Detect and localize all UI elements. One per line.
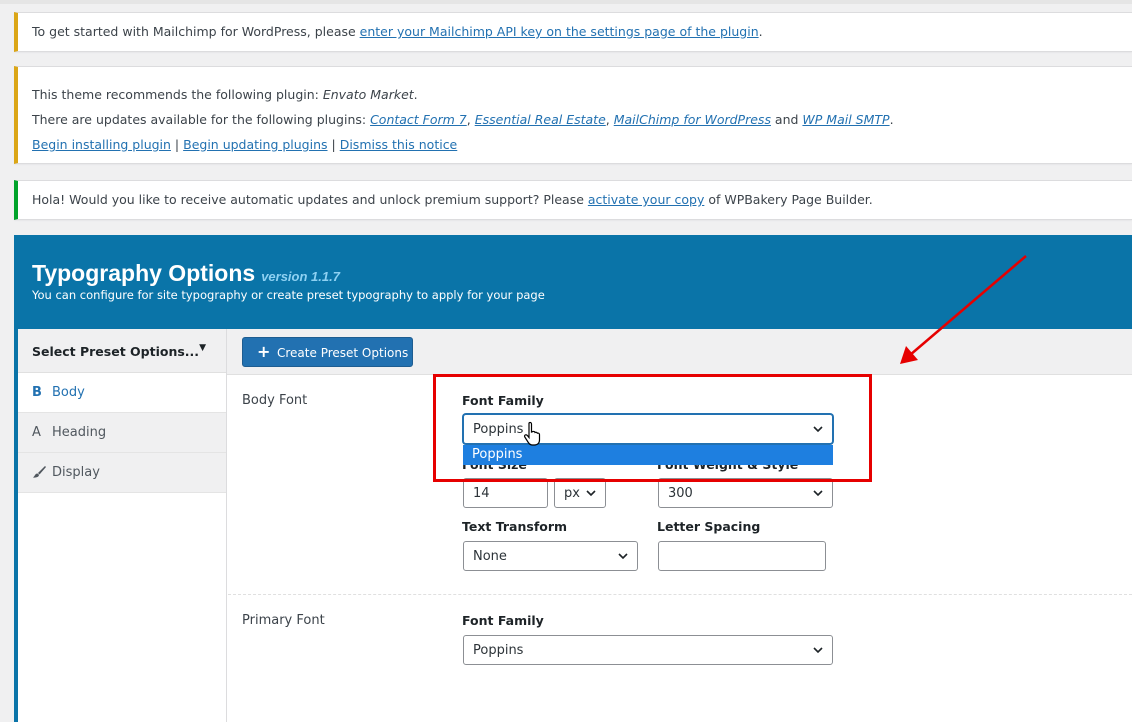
sidebar-item-label: Heading [52, 425, 107, 440]
plugin-link-contact-form-7[interactable]: Contact Form 7 [370, 112, 467, 127]
plugin-link-essential-real-estate[interactable]: Essential Real Estate [475, 112, 606, 127]
chevron-down-icon [618, 553, 628, 560]
sidebar-item-heading[interactable]: A Heading [18, 413, 226, 453]
create-preset-button[interactable]: + Create Preset Options [242, 337, 413, 367]
page-subtitle: You can configure for site typography or… [32, 288, 545, 302]
activate-copy-link[interactable]: activate your copy [588, 192, 704, 207]
page-title: Typography Options version 1.1.7 [32, 260, 340, 286]
font-size-unit-value: px [564, 486, 580, 501]
preset-select-label: Select Preset Options... [32, 344, 200, 359]
text-transform-select[interactable]: None [463, 541, 638, 571]
plugin-updates-line: There are updates available for the foll… [32, 112, 894, 127]
sidebar-item-label: Body [52, 385, 85, 400]
plus-icon: + [257, 342, 271, 361]
body-font-label: Body Font [242, 393, 308, 408]
text-transform-value: None [473, 549, 507, 564]
plugin-link-wp-mail-smtp[interactable]: WP Mail SMTP [802, 112, 889, 127]
hand-cursor-icon [523, 421, 541, 446]
primary-font-label: Primary Font [242, 613, 325, 628]
preset-select[interactable]: Select Preset Options... ▼ [18, 329, 226, 373]
font-weight-select[interactable]: 300 [658, 478, 833, 508]
mailchimp-notice-text: To get started with Mailchimp for WordPr… [32, 24, 763, 39]
begin-updating-plugins-link[interactable]: Begin updating plugins [183, 137, 327, 152]
primary-font-family-label: Font Family [462, 613, 544, 628]
begin-installing-plugin-link[interactable]: Begin installing plugin [32, 137, 171, 152]
version-label: version 1.1.7 [261, 269, 340, 284]
plugin-link-mailchimp-for-wordpress[interactable]: MailChimp for WordPress [614, 112, 771, 127]
chevron-down-icon [813, 490, 823, 497]
primary-font-family-select[interactable]: Poppins [463, 635, 833, 665]
text-transform-label: Text Transform [462, 519, 568, 534]
dismiss-notice-link[interactable]: Dismiss this notice [340, 137, 458, 152]
font-weight-value: 300 [668, 486, 693, 501]
brush-icon [32, 465, 46, 483]
mailchimp-notice: To get started with Mailchimp for WordPr… [14, 12, 1132, 52]
font-size-value: 14 [473, 486, 490, 501]
letter-spacing-label: Letter Spacing [657, 519, 761, 534]
section-divider [228, 594, 1132, 595]
theme-plugins-notice: This theme recommends the following plug… [14, 66, 1132, 164]
chevron-down-icon [813, 647, 823, 654]
letter-spacing-input[interactable] [658, 541, 826, 571]
mailchimp-api-key-link[interactable]: enter your Mailchimp API key on the sett… [360, 24, 759, 39]
font-size-unit-select[interactable]: px [554, 478, 606, 508]
wpbakery-notice: Hola! Would you like to receive automati… [14, 180, 1132, 220]
annotation-arrow-icon [900, 255, 1027, 364]
sidebar-item-label: Display [52, 465, 100, 480]
primary-font-family-value: Poppins [473, 643, 524, 658]
sidebar-item-display[interactable]: Display [18, 453, 226, 493]
caret-down-icon: ▼ [199, 343, 206, 353]
notice-actions: Begin installing plugin | Begin updating… [32, 137, 458, 152]
highlight-box [433, 374, 872, 482]
font-size-input[interactable]: 14 [463, 478, 548, 508]
wpbakery-notice-text: Hola! Would you like to receive automati… [32, 192, 873, 207]
sidebar-item-body[interactable]: B Body [18, 373, 226, 413]
top-admin-bar-edge [0, 0, 1132, 4]
envato-market-name: Envato Market [322, 87, 414, 102]
letter-a-icon: A [32, 425, 41, 440]
recommend-plugin-line: This theme recommends the following plug… [32, 87, 418, 102]
bold-b-icon: B [32, 385, 42, 400]
sidebar: Select Preset Options... ▼ B Body A Head… [18, 329, 227, 722]
create-preset-label: Create Preset Options [277, 346, 409, 360]
chevron-down-icon [586, 490, 596, 497]
